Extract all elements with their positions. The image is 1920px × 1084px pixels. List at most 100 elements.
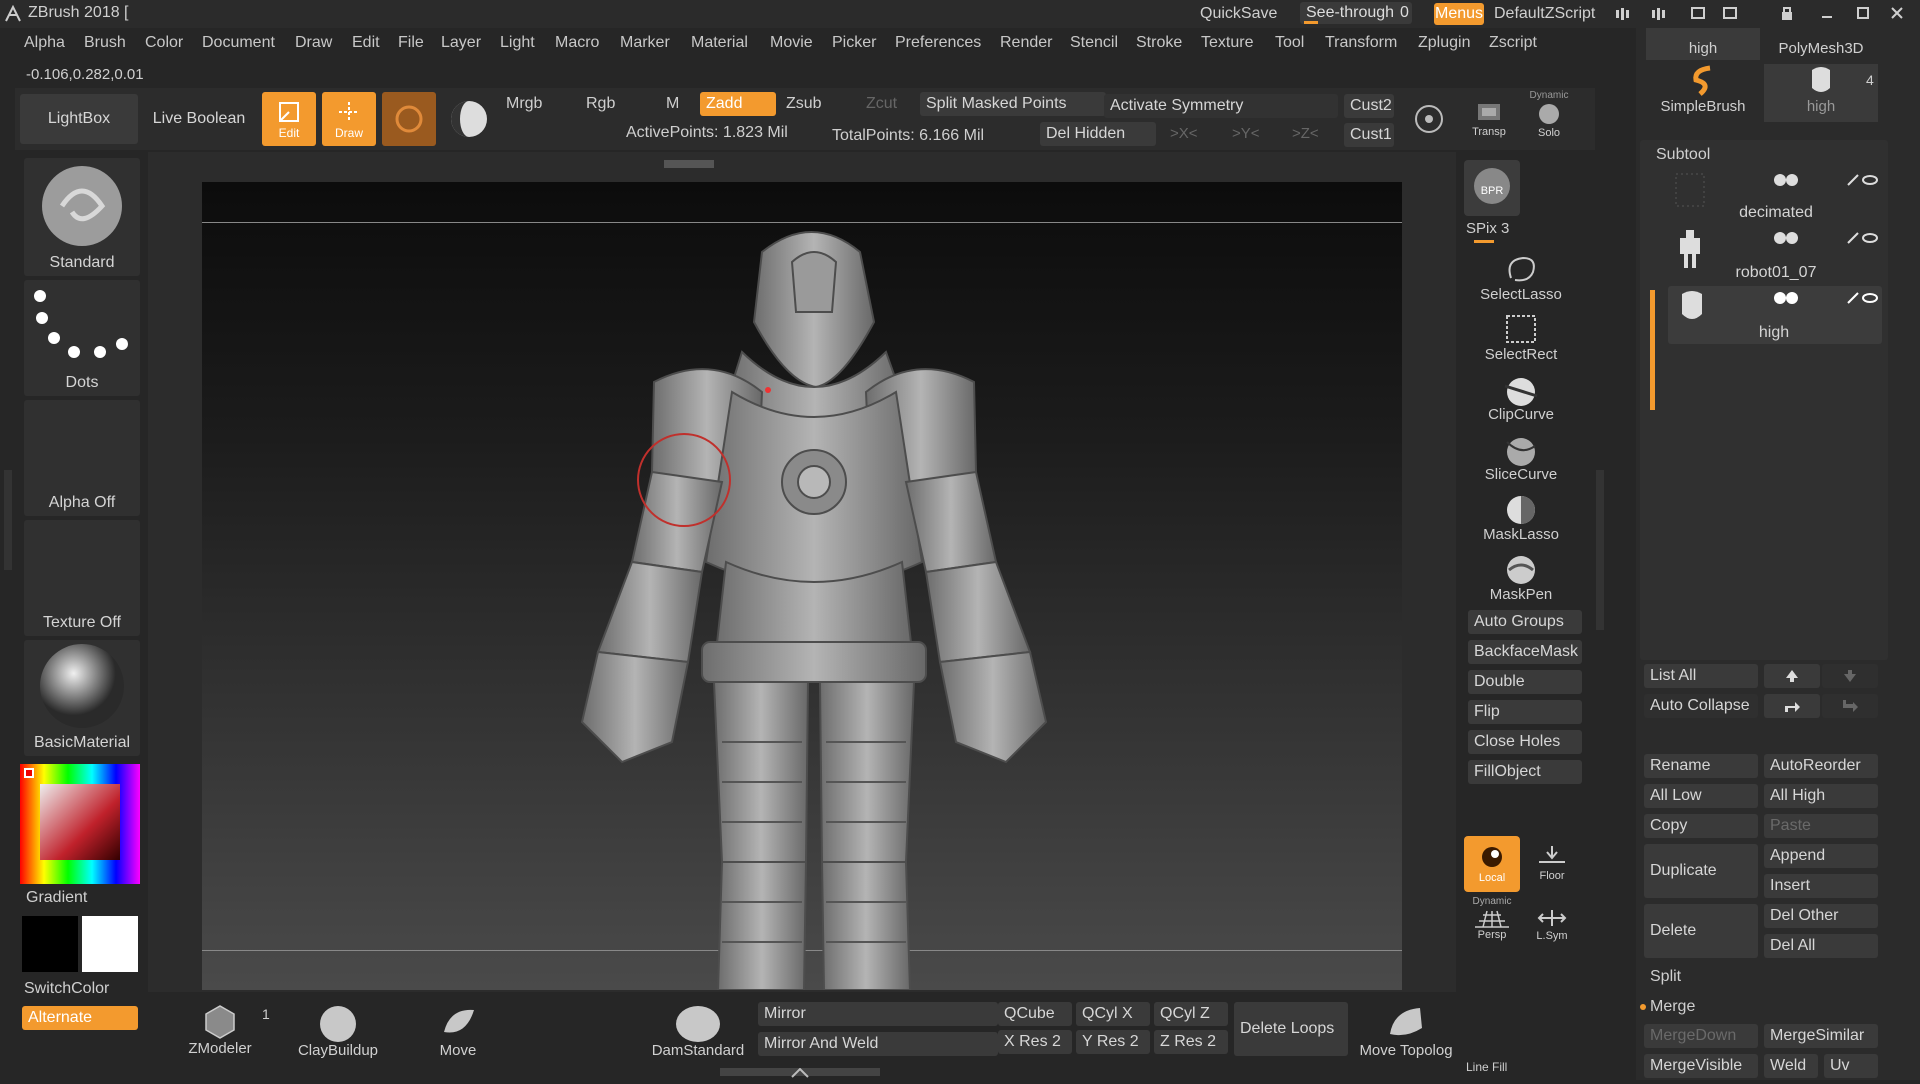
bpr-button[interactable]: BPR [1464,160,1520,216]
damstandard-brush[interactable]: DamStandard [648,1002,748,1059]
weld-button[interactable]: Weld [1764,1054,1818,1078]
mergesimilar-button[interactable]: MergeSimilar [1764,1024,1878,1048]
menu-movie[interactable]: Movie [770,34,813,52]
sym-z-button[interactable]: >Z< [1292,125,1319,142]
subtool-title[interactable]: Subtool [1656,146,1710,164]
close-holes-button[interactable]: Close Holes [1468,730,1582,754]
move-subtool-down-button[interactable] [1822,664,1878,688]
slicecurve-button[interactable]: SliceCurve [1466,432,1576,483]
sym-x-button[interactable]: >X< [1170,125,1198,142]
menu-tool[interactable]: Tool [1275,34,1304,52]
default-zscript[interactable]: DefaultZScript [1494,5,1595,23]
menu-render[interactable]: Render [1000,34,1052,52]
canvas-scrollbar-top[interactable] [664,160,714,168]
menu-draw[interactable]: Draw [295,34,332,52]
cust2-button[interactable]: Cust2 [1344,94,1394,118]
all-high-button[interactable]: All High [1764,784,1878,808]
mirror-and-weld-button[interactable]: Mirror And Weld [758,1032,998,1056]
menu-transform[interactable]: Transform [1325,34,1397,52]
material-slot[interactable]: BasicMaterial [24,640,140,756]
transp-button[interactable]: Transp [1466,100,1512,138]
claybuildup-brush[interactable]: ClayBuildup [290,1002,386,1059]
double-button[interactable]: Double [1468,670,1582,694]
subtool-row-high[interactable]: high [1668,286,1882,344]
mergedown-button[interactable]: MergeDown [1644,1024,1758,1048]
menu-light[interactable]: Light [500,34,535,52]
delete-button[interactable]: Delete [1644,904,1758,958]
split-masked-points-button[interactable]: Split Masked Points [920,92,1106,116]
clipcurve-button[interactable]: ClipCurve [1466,372,1576,423]
right-tray-handle[interactable] [1596,470,1604,630]
rename-button[interactable]: Rename [1644,754,1758,778]
fillobject-button[interactable]: FillObject [1468,760,1582,784]
alternate-button[interactable]: Alternate [22,1006,138,1030]
draw-mode-button[interactable]: Draw [322,92,376,146]
del-hidden-button[interactable]: Del Hidden [1040,122,1156,146]
stroke-slot[interactable]: Dots [24,280,140,396]
zsub-button[interactable]: Zsub [786,95,822,113]
uv-button[interactable]: Uv [1824,1054,1878,1078]
switchcolor-button[interactable]: SwitchColor [24,980,109,998]
move-brush[interactable]: Move [410,1002,506,1059]
local-button[interactable]: Local [1464,836,1520,892]
delete-loops-button[interactable]: Delete Loops [1234,1002,1348,1056]
zmodeler-brush[interactable]: ZModeler [176,1000,264,1057]
solo-button[interactable]: Dynamic Solo [1526,90,1572,139]
seethrough-slider[interactable]: See-through 0 [1300,2,1412,24]
left-tray-handle[interactable] [4,470,12,570]
x-res-slider[interactable]: X Res 2 [998,1030,1072,1054]
del-other-button[interactable]: Del Other [1764,904,1878,928]
edit-mode-button[interactable]: Edit [262,92,316,146]
arrow-down-right-button[interactable] [1822,694,1878,718]
subtool-row-decimated[interactable]: decimated [1670,168,1882,224]
del-all-button[interactable]: Del All [1764,934,1878,958]
append-button[interactable]: Append [1764,844,1878,868]
qcyl-z-button[interactable]: QCyl Z [1154,1002,1228,1026]
texture-slot[interactable]: Texture Off [24,520,140,636]
subtool-row-robot01-07[interactable]: robot01_07 [1670,228,1882,284]
auto-collapse-button[interactable]: Auto Collapse [1644,694,1758,718]
zadd-button[interactable]: Zadd [700,92,776,116]
selectrect-button[interactable]: SelectRect [1466,312,1576,363]
menu-stroke[interactable]: Stroke [1136,34,1182,52]
tool-thumb-high-top[interactable]: high [1646,28,1760,60]
move-mode-button[interactable] [382,92,436,146]
masklasso-button[interactable]: MaskLasso [1466,492,1576,543]
menu-zplugin[interactable]: Zplugin [1418,34,1470,52]
z-res-slider[interactable]: Z Res 2 [1154,1030,1228,1054]
brush-slot[interactable]: Standard [24,158,140,276]
all-low-button[interactable]: All Low [1644,784,1758,808]
flip-button[interactable]: Flip [1468,700,1582,724]
menu-preferences[interactable]: Preferences [895,34,981,52]
menu-brush[interactable]: Brush [84,34,126,52]
spix-slider[interactable]: SPix 3 [1466,220,1509,237]
persp-button[interactable]: Dynamic Persp [1464,896,1520,952]
rgb-button[interactable]: Rgb [586,95,615,113]
menu-layer[interactable]: Layer [441,34,481,52]
insert-button[interactable]: Insert [1764,874,1878,898]
color-picker-field[interactable] [40,784,120,860]
tool-thumb-high[interactable]: high [1764,64,1878,122]
alpha-slot[interactable]: Alpha Off [24,400,140,516]
floor-button[interactable]: Floor [1524,840,1580,892]
backfacemask-button[interactable]: BackfaceMask [1468,640,1582,664]
tool-thumb-simplebrush[interactable]: SimpleBrush [1646,64,1760,122]
qcube-button[interactable]: QCube [998,1002,1072,1026]
auto-groups-button[interactable]: Auto Groups [1468,610,1582,634]
tool-thumb-polymesh3d[interactable]: PolyMesh3D [1764,28,1878,60]
lightbox-button[interactable]: LightBox [20,94,138,144]
menu-picker[interactable]: Picker [832,34,876,52]
y-res-slider[interactable]: Y Res 2 [1076,1030,1150,1054]
cust1-button[interactable]: Cust1 [1344,123,1394,147]
copy-button[interactable]: Copy [1644,814,1758,838]
list-all-button[interactable]: List All [1644,664,1758,688]
canvas[interactable] [202,182,1402,990]
menu-alpha[interactable]: Alpha [24,34,65,52]
lsym-button[interactable]: L.Sym [1524,906,1580,952]
paste-button[interactable]: Paste [1764,814,1878,838]
move-topological-brush[interactable]: Move Topolog [1354,1002,1458,1059]
color-picker[interactable] [20,764,140,884]
sym-y-button[interactable]: >Y< [1232,125,1260,142]
subtool-scrollbar[interactable] [1650,290,1655,410]
autoreorder-button[interactable]: AutoReorder [1764,754,1878,778]
